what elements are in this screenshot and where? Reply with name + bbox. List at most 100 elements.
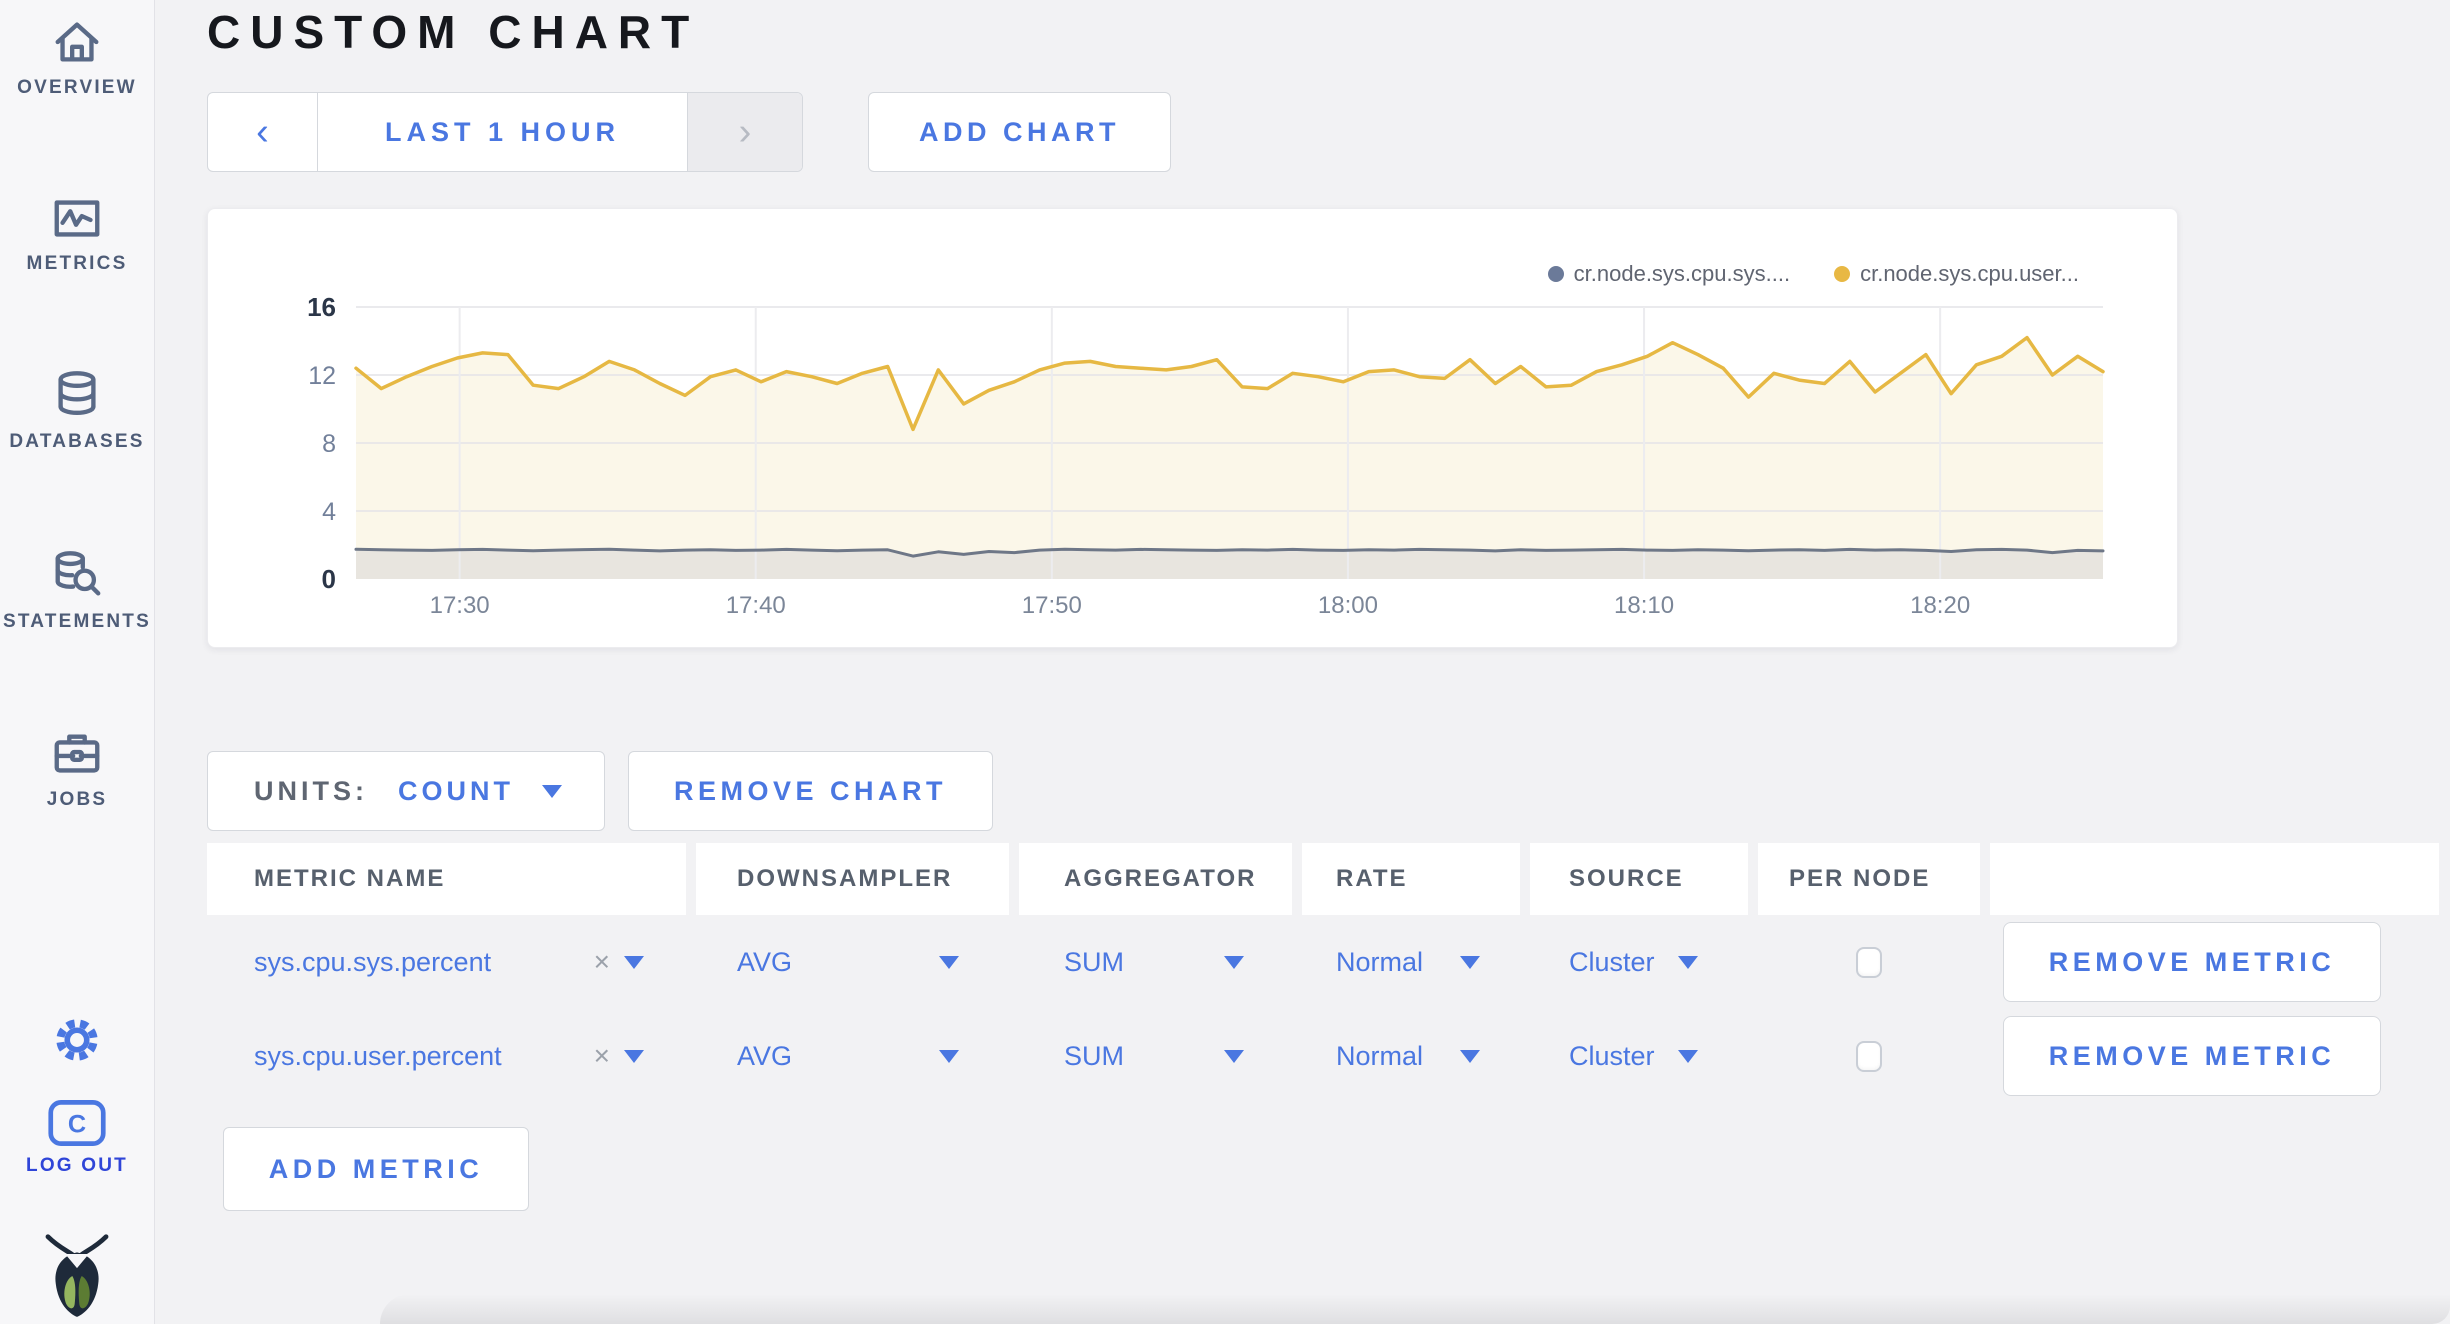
metric-row: sys.cpu.sys.percent × AVG SUM Normal Clu…	[207, 915, 2439, 1009]
time-range-dropdown[interactable]: LAST 1 HOUR	[318, 93, 687, 171]
cockroach-c-logo-icon: C	[47, 1098, 107, 1148]
legend-label: cr.node.sys.cpu.user...	[1860, 261, 2079, 286]
sidebar-item-label: METRICS	[26, 253, 128, 274]
rate-value: Normal	[1336, 946, 1424, 977]
chart-panel: 0 4 8 12 16 17:30 17:40 17:50 18:00 18:10 18:20 cr…	[207, 208, 2178, 648]
sidebar-item-label: JOBS	[46, 789, 108, 810]
col-header-per-node: PER NODE	[1789, 865, 1931, 892]
metric-name-value: sys.cpu.user.percent	[254, 1040, 502, 1071]
downsampler-select[interactable]: AVG	[737, 947, 1009, 978]
units-label: UNITS:	[254, 775, 368, 806]
svg-text:18:00: 18:00	[1318, 592, 1378, 619]
sidebar-item-label: STATEMENTS	[3, 611, 151, 632]
metric-name-select[interactable]: sys.cpu.sys.percent ×	[254, 946, 686, 978]
rate-select[interactable]: Normal	[1336, 1041, 1520, 1072]
database-icon	[50, 366, 104, 424]
logout-button[interactable]: C LOG OUT	[0, 1098, 154, 1177]
chevron-right-icon: ›	[738, 111, 752, 153]
briefcase-icon	[50, 726, 104, 782]
svg-text:17:40: 17:40	[726, 592, 786, 619]
downsampler-value: AVG	[737, 946, 793, 977]
clear-icon[interactable]: ×	[594, 1040, 610, 1072]
settings-button[interactable]	[0, 1014, 154, 1066]
chevron-down-icon	[939, 955, 959, 969]
col-header-downsampler: DOWNSAMPLER	[737, 865, 953, 892]
sidebar-item-label: DATABASES	[9, 431, 145, 452]
chevron-down-icon	[624, 1049, 644, 1063]
remove-chart-button[interactable]: REMOVE CHART	[628, 751, 993, 831]
chart-actions-row: UNITS: COUNT REMOVE CHART	[207, 751, 2450, 831]
col-header-aggregator: AGGREGATOR	[1064, 865, 1257, 892]
chevron-down-icon	[1460, 955, 1480, 969]
source-select[interactable]: Cluster	[1569, 947, 1748, 978]
gear-icon	[51, 1014, 103, 1066]
sidebar-item-databases[interactable]: DATABASES	[0, 366, 154, 453]
sidebar-item-overview[interactable]: OVERVIEW	[0, 14, 154, 99]
sidebar-item-statements[interactable]: STATEMENTS	[0, 546, 154, 633]
source-select[interactable]: Cluster	[1569, 1041, 1748, 1072]
chevron-down-icon	[624, 955, 644, 969]
downsampler-select[interactable]: AVG	[737, 1041, 1009, 1072]
svg-text:18:10: 18:10	[1614, 592, 1674, 619]
page-title: CUSTOM CHART	[207, 6, 700, 58]
svg-text:C: C	[68, 1110, 86, 1138]
per-node-checkbox[interactable]	[1856, 1040, 1882, 1072]
chevron-down-icon	[1224, 1049, 1244, 1063]
svg-text:0: 0	[322, 564, 336, 594]
metrics-chart-icon	[50, 190, 104, 246]
sidebar-item-jobs[interactable]: JOBS	[0, 726, 154, 811]
chevron-down-icon	[1224, 955, 1244, 969]
chevron-left-icon: ‹	[256, 111, 269, 153]
time-range-value: LAST 1 HOUR	[384, 116, 620, 147]
sidebar-item-label: OVERVIEW	[17, 77, 137, 98]
time-range-selector: ‹ LAST 1 HOUR ›	[207, 92, 803, 172]
svg-text:17:30: 17:30	[430, 592, 490, 619]
col-header-source: SOURCE	[1569, 865, 1684, 892]
clear-icon[interactable]: ×	[594, 946, 610, 978]
units-value: COUNT	[398, 775, 514, 806]
col-header-rate: RATE	[1336, 865, 1408, 892]
downsampler-value: AVG	[737, 1040, 793, 1071]
legend-dot-icon	[1834, 266, 1851, 282]
legend-item-user[interactable]: cr.node.sys.cpu.user...	[1834, 261, 2079, 287]
controls-row: ‹ LAST 1 HOUR › ADD CHART	[207, 92, 2450, 172]
metrics-table: METRIC NAME DOWNSAMPLER AGGREGATOR RATE …	[207, 843, 2439, 1103]
aggregator-value: SUM	[1064, 946, 1124, 977]
rate-select[interactable]: Normal	[1336, 947, 1520, 978]
svg-text:16: 16	[307, 292, 336, 322]
remove-metric-button[interactable]: REMOVE METRIC	[2003, 1016, 2381, 1096]
metric-name-value: sys.cpu.sys.percent	[254, 946, 492, 977]
chevron-down-icon	[542, 784, 562, 798]
source-value: Cluster	[1569, 1040, 1655, 1071]
aggregator-select[interactable]: SUM	[1064, 1041, 1292, 1072]
add-chart-button[interactable]: ADD CHART	[868, 92, 1171, 172]
logout-label: LOG OUT	[26, 1155, 128, 1176]
metric-name-select[interactable]: sys.cpu.user.percent ×	[254, 1040, 686, 1072]
units-dropdown[interactable]: UNITS: COUNT	[207, 751, 605, 831]
svg-text:18:20: 18:20	[1910, 592, 1970, 619]
legend-item-sys[interactable]: cr.node.sys.cpu.sys....	[1547, 261, 1791, 287]
chevron-down-icon	[1678, 1049, 1698, 1063]
cockroach-bug-icon	[37, 1232, 117, 1320]
time-prev-button[interactable]: ‹	[208, 93, 318, 171]
statements-search-icon	[50, 546, 104, 604]
time-next-button-disabled[interactable]: ›	[687, 93, 802, 171]
rate-value: Normal	[1336, 1040, 1424, 1071]
per-node-checkbox[interactable]	[1856, 946, 1882, 978]
main-content: CUSTOM CHART ‹ LAST 1 HOUR › ADD CHART 0…	[155, 0, 2450, 1324]
svg-text:17:50: 17:50	[1022, 592, 1082, 619]
aggregator-value: SUM	[1064, 1040, 1124, 1071]
home-icon	[50, 14, 104, 70]
remove-metric-button[interactable]: REMOVE METRIC	[2003, 922, 2381, 1002]
svg-text:12: 12	[308, 362, 336, 390]
aggregator-select[interactable]: SUM	[1064, 947, 1292, 978]
source-value: Cluster	[1569, 946, 1655, 977]
legend-label: cr.node.sys.cpu.sys....	[1573, 261, 1791, 286]
metrics-table-header: METRIC NAME DOWNSAMPLER AGGREGATOR RATE …	[207, 843, 2439, 915]
add-metric-button[interactable]: ADD METRIC	[223, 1127, 529, 1211]
legend-dot-icon	[1547, 266, 1564, 282]
col-header-metric-name: METRIC NAME	[254, 865, 446, 892]
sidebar-item-metrics[interactable]: METRICS	[0, 190, 154, 275]
cockroach-bug-logo[interactable]	[0, 1232, 154, 1320]
chevron-down-icon	[1460, 1049, 1480, 1063]
